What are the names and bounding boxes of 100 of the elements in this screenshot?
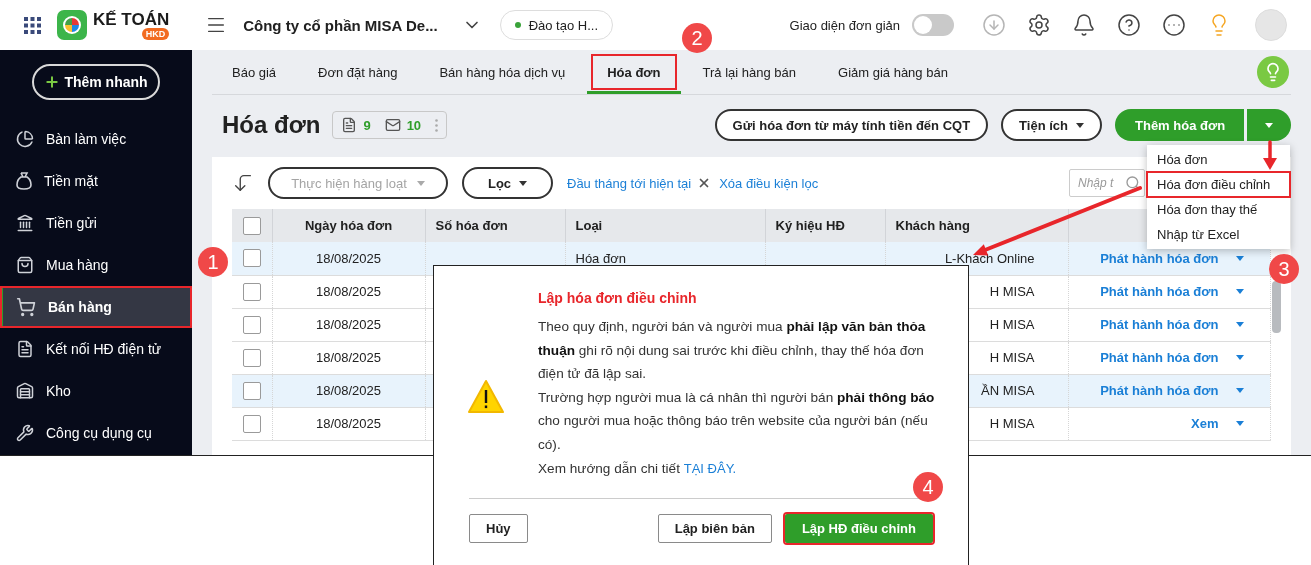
more-icon[interactable] — [1162, 13, 1186, 37]
menu-item-icon — [16, 424, 34, 442]
caret-icon — [1265, 122, 1273, 128]
search-field[interactable]: Nhập t — [1069, 169, 1145, 197]
menu-item-icon — [16, 382, 34, 400]
row-checkbox[interactable] — [242, 282, 261, 301]
filter-button[interactable]: Lọc — [462, 167, 553, 199]
row-action-link[interactable]: Phát hành hóa đơn — [1100, 350, 1219, 365]
sidebar-item-label: Tiền gửi — [46, 215, 97, 231]
bell-icon[interactable] — [1072, 13, 1096, 37]
caret-icon[interactable] — [1235, 388, 1244, 393]
row-action-link[interactable]: Phát hành hóa đơn — [1100, 317, 1219, 332]
simple-mode-label: Giao diện đơn giản — [789, 17, 900, 33]
sidebar-item-label: Tiền mặt — [44, 173, 98, 189]
more-vertical-icon[interactable] — [435, 118, 439, 132]
sort-icon[interactable] — [232, 172, 254, 194]
status-dot-icon — [514, 22, 521, 28]
lightbulb-icon[interactable] — [1257, 56, 1289, 88]
simple-mode-toggle[interactable] — [912, 14, 954, 36]
guide-text: Xem hướng dẫn chi tiết TẠI ĐÂY. — [538, 459, 738, 478]
clear-filter-link[interactable]: Xóa điều kiện lọc — [719, 175, 819, 191]
download-icon[interactable] — [982, 13, 1006, 37]
document-count: 9 — [363, 117, 371, 133]
filter-chip-link[interactable]: Đầu tháng tới hiện tại — [567, 175, 692, 191]
row-action-link[interactable]: Phát hành hóa đơn — [1100, 250, 1219, 266]
caret-icon[interactable] — [1235, 255, 1244, 261]
menu-item-icon — [16, 130, 34, 148]
sidebar-item[interactable]: Tiền gửi — [0, 202, 192, 244]
sidebar-item[interactable]: Mua hàng — [0, 244, 192, 286]
table-cell: 18/08/2025 — [272, 374, 425, 407]
sidebar-item[interactable]: Kết nối HĐ điện tử — [0, 328, 192, 370]
row-checkbox[interactable] — [242, 414, 261, 433]
dialog-button[interactable]: Hủy — [469, 514, 528, 543]
sidebar-item[interactable]: Bán hàng — [0, 286, 192, 328]
tab[interactable]: Bán hàng hóa dịch vụ — [419, 50, 586, 94]
scrollbar-thumb[interactable] — [1272, 281, 1281, 333]
search-icon — [1125, 175, 1141, 191]
caret-icon[interactable] — [1235, 289, 1244, 294]
help-icon[interactable] — [1117, 13, 1141, 37]
mail-icon — [384, 117, 401, 133]
sidebar-item[interactable]: Kho — [0, 370, 192, 412]
tab[interactable]: Hóa đơn — [587, 50, 681, 94]
column-header: Khách hàng — [885, 209, 1068, 242]
tab[interactable]: Báo giá — [212, 50, 297, 94]
caret-icon — [1076, 122, 1084, 128]
tab[interactable]: Đơn đặt hàng — [298, 50, 418, 94]
add-invoice-dropdown-button[interactable] — [1247, 109, 1291, 141]
table-cell: 18/08/2025 — [272, 407, 425, 440]
caret-icon[interactable] — [1235, 421, 1244, 426]
sidebar-item[interactable]: Tiền mặt — [0, 160, 192, 202]
caret-icon — [416, 180, 425, 186]
table-cell: 18/08/2025 — [272, 341, 425, 374]
send-invoice-button[interactable]: Gửi hóa đơn từ máy tính tiền đến CQT — [714, 109, 989, 141]
select-all-checkbox[interactable] — [242, 216, 261, 235]
table-cell: 18/08/2025 — [272, 242, 425, 275]
sidebar-item[interactable]: Công cụ dụng cụ — [0, 412, 192, 454]
warning-icon — [467, 378, 505, 414]
row-checkbox[interactable] — [242, 249, 261, 268]
sidebar-item-label: Kết nối HĐ điện tử — [46, 341, 162, 357]
settings-icon[interactable] — [1027, 13, 1051, 37]
guide-link[interactable]: TẠI ĐÂY. — [683, 460, 737, 476]
sidebar-item-label: Mua hàng — [46, 257, 109, 273]
menu-item-icon — [16, 256, 34, 274]
app-grid-icon[interactable] — [24, 16, 41, 34]
menu-item-icon — [16, 172, 32, 190]
app-name: KẾ TOÁN — [93, 10, 170, 29]
sidebar-item-label: Bàn làm việc — [46, 131, 127, 147]
row-checkbox[interactable] — [242, 315, 261, 334]
sidebar-item-label: Công cụ dụng cụ — [46, 425, 152, 441]
row-action-link[interactable]: Phát hành hóa đơn — [1100, 284, 1219, 299]
menu-item-icon — [16, 297, 36, 317]
row-action-link[interactable]: Phát hành hóa đơn — [1100, 383, 1219, 398]
arrow — [1262, 140, 1278, 172]
row-checkbox[interactable] — [242, 348, 261, 367]
tab[interactable]: Trả lại hàng bán — [682, 50, 816, 94]
row-action-link[interactable]: Xem — [1191, 416, 1219, 431]
caret-icon[interactable] — [1235, 355, 1244, 360]
row-checkbox[interactable] — [242, 381, 261, 400]
menu-item[interactable]: Hóa đơn thay thế — [1147, 197, 1290, 222]
page-title: Hóa đơn — [222, 111, 321, 139]
sidebar-item-label: Kho — [46, 383, 71, 399]
column-header: Ngày hóa đơn — [272, 209, 425, 242]
sidebar-item[interactable]: Bàn làm việc — [0, 118, 192, 160]
column-header: Loại — [565, 209, 765, 242]
dialog-button[interactable]: Lập biên bản — [657, 514, 772, 543]
sidebar-item-label: Bán hàng — [48, 299, 112, 315]
company-name[interactable]: Công ty cổ phần MISA De... — [243, 16, 438, 34]
caret-icon[interactable] — [1235, 322, 1244, 327]
quick-add-button[interactable]: Thêm nhanh — [32, 64, 160, 100]
table-cell: 18/08/2025 — [272, 308, 425, 341]
menu-item[interactable]: Hóa đơn điều chỉnh — [1147, 172, 1290, 197]
tab[interactable]: Giảm giá hàng bán — [818, 50, 968, 94]
mail-count: 10 — [406, 117, 422, 133]
column-header: Số hóa đơn — [425, 209, 565, 242]
caret-icon — [519, 180, 528, 186]
table-cell: 18/08/2025 — [272, 275, 425, 308]
logo-icon — [57, 10, 87, 40]
utilities-button[interactable]: Tiện ích — [1001, 109, 1102, 141]
app-badge: HKD — [141, 27, 170, 40]
menu-item[interactable]: Hóa đơn — [1147, 147, 1290, 172]
